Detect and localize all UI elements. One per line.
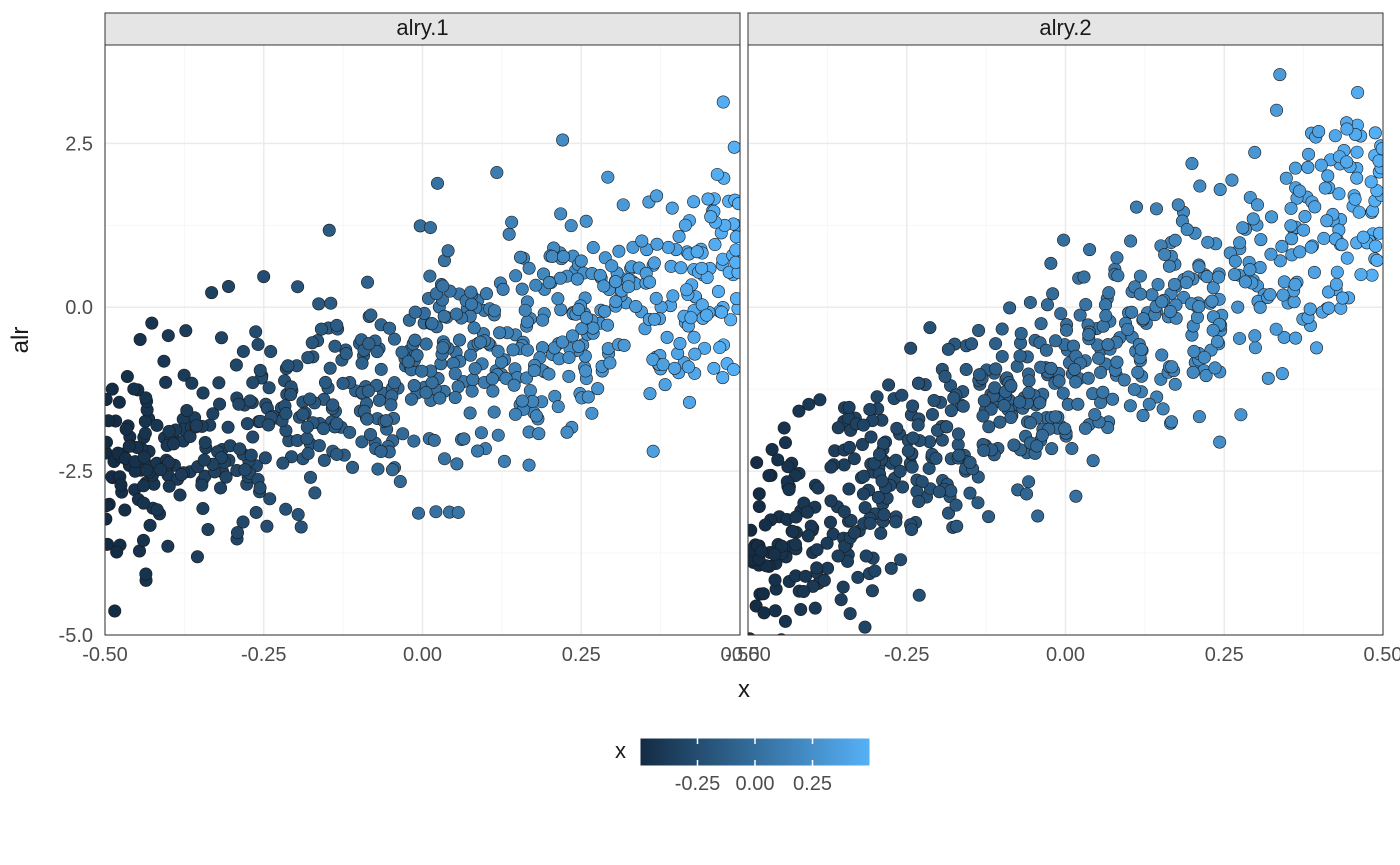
legend-tick-label: 0.25 (793, 773, 832, 795)
color-legend: x -0.25 0.00 0.25 (615, 738, 870, 795)
facet-strip-label: alry.1 (396, 15, 448, 40)
y-tick-label: -2.5 (59, 461, 93, 483)
legend-title: x (615, 738, 626, 763)
y-tick-label: 0.0 (65, 297, 93, 319)
legend-tick-label: -0.25 (675, 773, 721, 795)
y-tick-label: 2.5 (65, 133, 93, 155)
chart-svg: alry.1 -0.50 -0.25 0.00 0.25 0.50 -5.0 -2.5 0.0 2… (0, 0, 1400, 865)
faceted-scatter-chart: alry.1 -0.50 -0.25 0.00 0.25 0.50 -5.0 -2.5 0.0 2… (0, 0, 1400, 865)
x-tick-label: -0.50 (725, 644, 771, 666)
x-axis-title: x (738, 676, 750, 703)
x-tick-label: 0.00 (1046, 644, 1085, 666)
y-axis-title: alr (7, 327, 34, 354)
x-tick-label: 0.25 (562, 644, 601, 666)
y-tick-label: -5.0 (59, 625, 93, 647)
x-tick-label: -0.25 (241, 644, 287, 666)
panel-alry-1: alry.1-0.50-0.250.000.250.50-5.0-2.50.02… (59, 13, 760, 666)
x-tick-label: -0.50 (82, 644, 128, 666)
panel-alry-2: alry.2 -0.50 -0.25 0.00 0.25 0.50 (725, 0, 1400, 710)
facet-strip-label: alry.2 (1039, 15, 1091, 40)
x-tick-label: 0.50 (1364, 644, 1400, 666)
x-tick-label: 0.00 (403, 644, 442, 666)
x-tick-label: 0.25 (1205, 644, 1244, 666)
legend-tick-label: 0.00 (736, 773, 775, 795)
x-tick-label: -0.25 (884, 644, 930, 666)
